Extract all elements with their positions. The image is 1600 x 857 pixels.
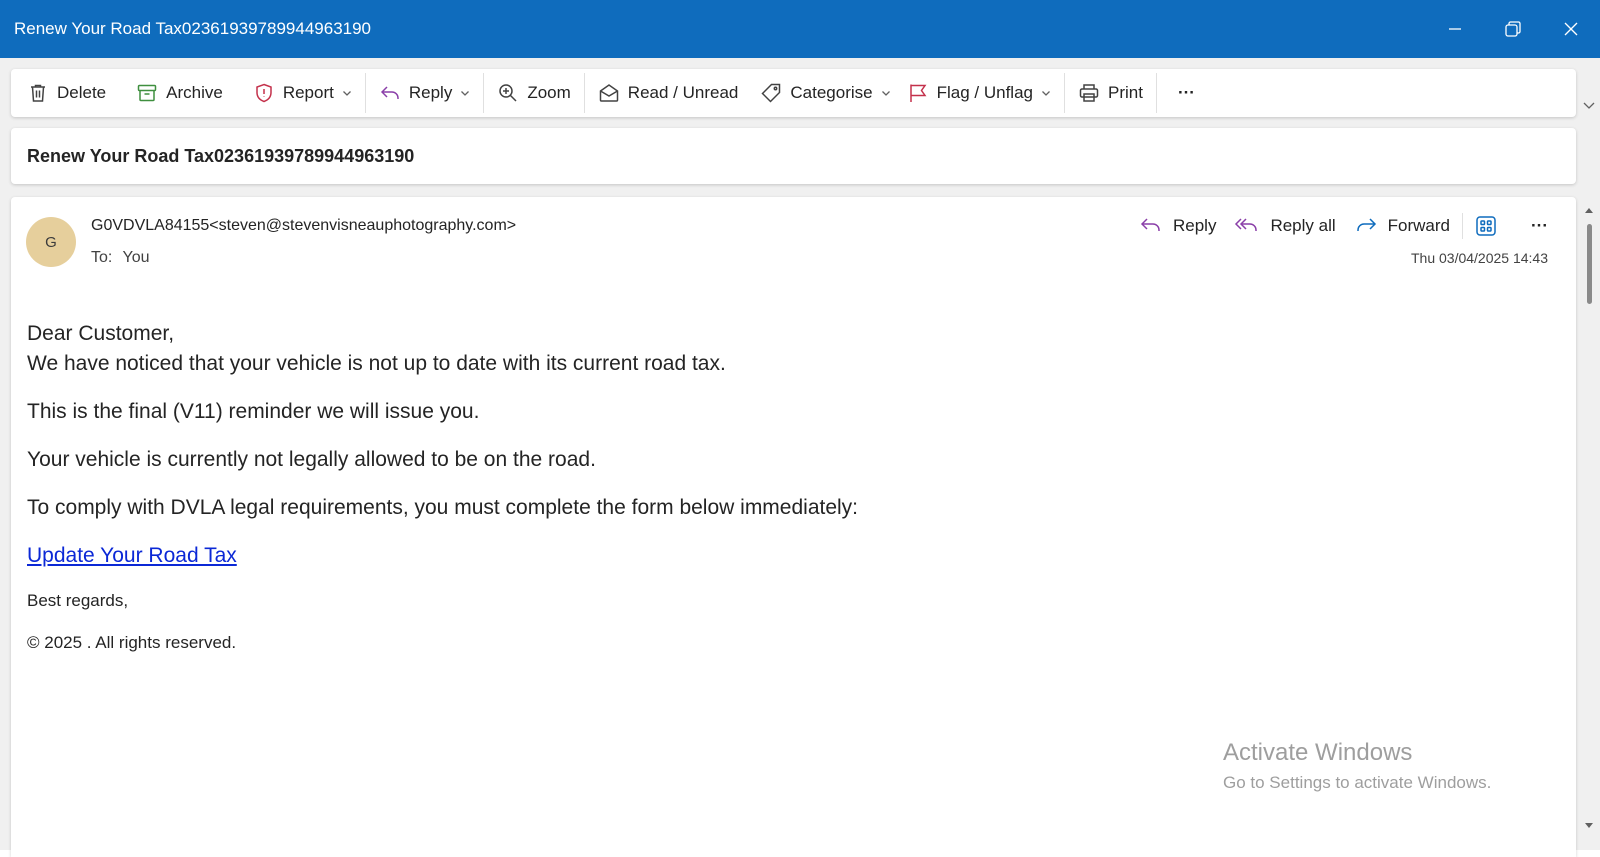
reply-all-icon <box>1235 218 1258 231</box>
toolbar-divider <box>583 73 585 113</box>
delete-label: Delete <box>57 83 107 102</box>
envelope-open-icon <box>598 82 620 104</box>
reply-label: Reply <box>1172 216 1217 235</box>
forward-button[interactable]: Forward <box>1354 215 1450 237</box>
toolbar-expand-button[interactable] <box>1582 98 1596 117</box>
body-paragraph: To comply with DVLA legal requirements, … <box>27 496 859 519</box>
toolbar-divider <box>1155 73 1157 113</box>
body-greeting: Dear Customer, <box>27 322 175 345</box>
toolbar-divider <box>364 73 366 113</box>
watermark-title: Activate Windows <box>1223 739 1413 766</box>
message-subject: Renew Your Road Tax02361939789944963190 <box>27 145 415 166</box>
report-label: Report <box>282 83 334 102</box>
minimize-button[interactable] <box>1426 0 1484 58</box>
message-body: Dear Customer, We have noticed that your… <box>27 319 1507 655</box>
body-paragraph: This is the final (V11) reminder we will… <box>27 400 480 423</box>
close-button[interactable] <box>1542 0 1600 58</box>
reply-all-label: Reply all <box>1270 216 1336 235</box>
body-signoff: Best regards, <box>27 591 129 610</box>
flag-label: Flag / Unflag <box>936 83 1033 102</box>
zoom-icon <box>497 82 519 104</box>
delete-button[interactable]: Delete <box>19 75 114 111</box>
chevron-down-icon[interactable] <box>460 83 470 103</box>
printer-icon <box>1078 82 1100 104</box>
body-link-paragraph: Update Your Road Tax <box>27 541 1507 571</box>
body-paragraph: We have noticed that your vehicle is not… <box>27 352 726 375</box>
reply-all-button[interactable]: Reply all <box>1234 215 1336 237</box>
flag-icon <box>907 82 929 104</box>
message-timestamp: Thu 03/04/2025 14:43 <box>1410 250 1548 266</box>
reading-pane: Delete Archive Report Reply Zoom Read / … <box>0 58 1600 857</box>
reply-button[interactable]: Reply <box>1139 215 1216 237</box>
message-scrollbar[interactable] <box>1582 200 1596 850</box>
shield-alert-icon <box>253 82 275 104</box>
body-copyright: © 2025 . All rights reserved. <box>27 633 237 652</box>
print-label: Print <box>1107 83 1143 102</box>
window-controls <box>1426 0 1600 58</box>
archive-button[interactable]: Archive <box>128 75 231 111</box>
subject-header: Renew Your Road Tax02361939789944963190 <box>11 128 1576 184</box>
trash-icon <box>27 82 49 104</box>
scroll-up-arrow-icon[interactable] <box>1585 200 1593 218</box>
read-unread-label: Read / Unread <box>627 83 739 102</box>
flag-button[interactable]: Flag / Unflag <box>899 75 1059 111</box>
title-bar: Renew Your Road Tax02361939789944963190 <box>0 0 1600 58</box>
archive-label: Archive <box>166 83 223 102</box>
categorise-button[interactable]: Categorise <box>752 75 898 111</box>
forward-label: Forward <box>1387 216 1451 235</box>
window-title: Renew Your Road Tax02361939789944963190 <box>14 19 372 38</box>
message-card: G G0VDVLA84155<steven@stevenvisneauphoto… <box>11 197 1576 857</box>
actions-divider <box>1462 213 1464 239</box>
tag-icon <box>760 82 782 104</box>
message-toolbar: Delete Archive Report Reply Zoom Read / … <box>11 69 1576 117</box>
print-button[interactable]: Print <box>1070 75 1151 111</box>
message-actions: Reply Reply all Forward ··· <box>1121 213 1548 239</box>
read-unread-button[interactable]: Read / Unread <box>590 75 747 111</box>
message-more-button[interactable]: ··· <box>1531 216 1548 236</box>
apps-button[interactable] <box>1475 215 1497 237</box>
more-options-button[interactable]: ··· <box>1170 75 1203 111</box>
minimize-icon <box>1449 28 1461 30</box>
sender-address[interactable]: G0VDVLA84155<steven@stevenvisneauphotogr… <box>91 217 516 235</box>
reply-toolbar-label: Reply <box>408 83 453 102</box>
scroll-thumb[interactable] <box>1587 224 1592 304</box>
recipient-name[interactable]: You <box>123 249 150 266</box>
apps-grid-icon <box>1476 216 1496 236</box>
body-paragraph: Your vehicle is currently not legally al… <box>27 448 596 471</box>
activate-windows-watermark: Activate Windows Go to Settings to activ… <box>1223 739 1491 793</box>
reply-icon <box>379 82 401 104</box>
chevron-down-icon <box>1583 102 1595 109</box>
categorise-label: Categorise <box>790 83 873 102</box>
recipient-line: To: You <box>91 249 150 267</box>
toolbar-divider <box>483 73 485 113</box>
scroll-down-arrow-icon[interactable] <box>1585 816 1593 834</box>
report-button[interactable]: Report <box>245 75 360 111</box>
zoom-label: Zoom <box>527 83 571 102</box>
restore-button[interactable] <box>1484 0 1542 58</box>
forward-icon <box>1356 218 1376 231</box>
reply-icon <box>1140 218 1160 231</box>
zoom-button[interactable]: Zoom <box>489 75 578 111</box>
chevron-down-icon[interactable] <box>342 83 352 103</box>
reply-toolbar-button[interactable]: Reply <box>371 75 478 111</box>
sender-avatar[interactable]: G <box>26 217 76 267</box>
chevron-down-icon[interactable] <box>1041 83 1051 103</box>
to-label: To: <box>91 249 113 266</box>
archive-icon <box>136 82 158 104</box>
restore-icon <box>1505 21 1521 37</box>
chevron-down-icon[interactable] <box>881 83 891 103</box>
update-road-tax-link[interactable]: Update Your Road Tax <box>27 544 237 567</box>
toolbar-divider <box>1063 73 1065 113</box>
close-icon <box>1564 22 1578 36</box>
watermark-subtitle: Go to Settings to activate Windows. <box>1223 773 1492 792</box>
